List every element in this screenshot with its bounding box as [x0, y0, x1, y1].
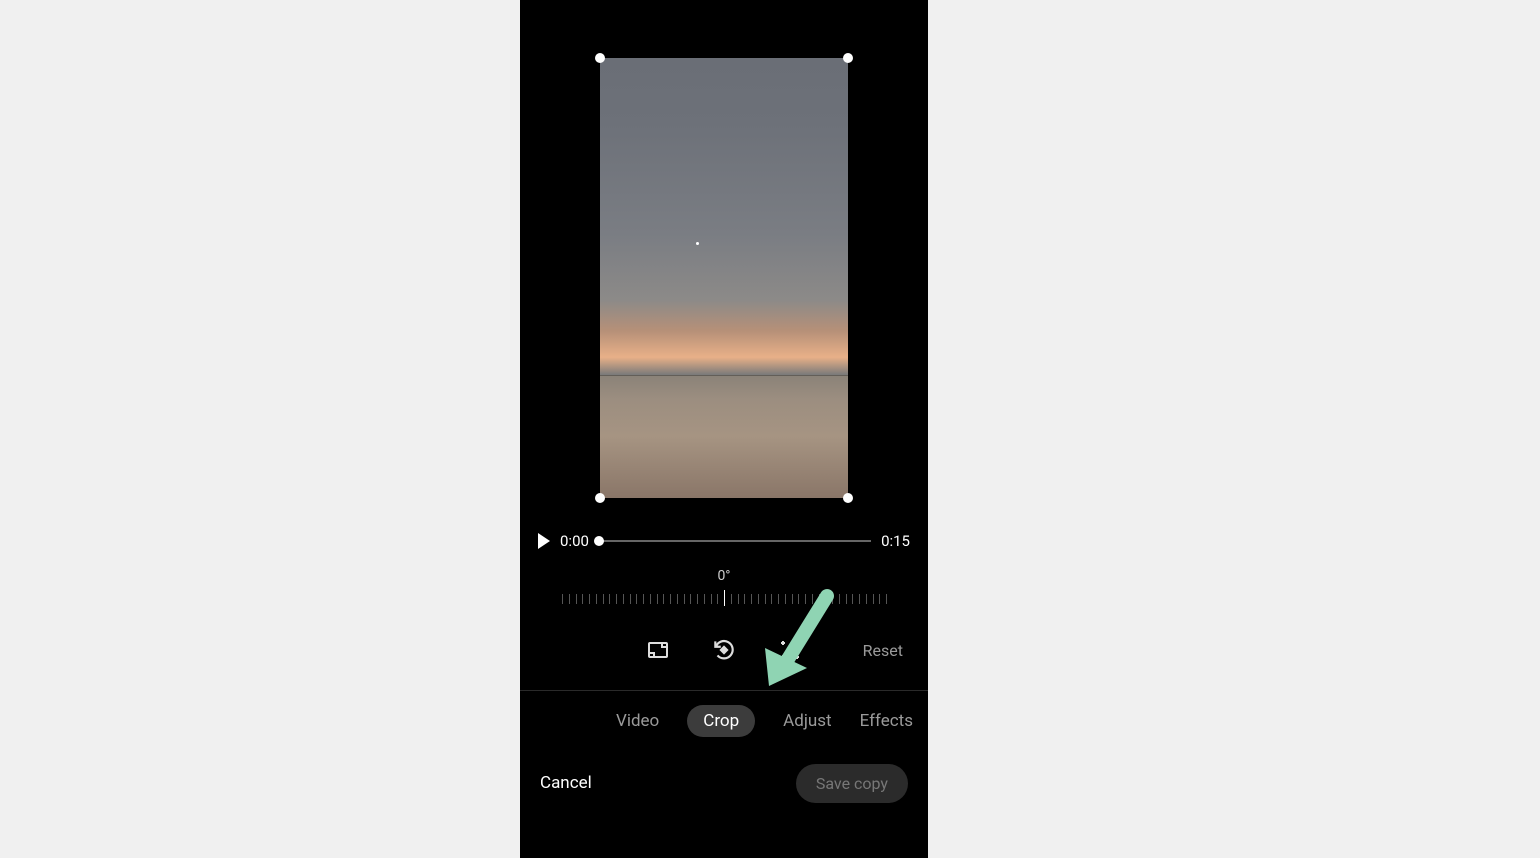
crop-handle-top-left[interactable]	[595, 53, 605, 63]
bottom-actions: Cancel Save copy	[520, 758, 928, 808]
play-button-icon[interactable]	[538, 533, 550, 549]
tab-crop[interactable]: Crop	[687, 705, 755, 737]
tab-video[interactable]: Video	[616, 711, 659, 731]
crop-handle-bottom-left[interactable]	[595, 493, 605, 503]
photo-editor-screen: 0:00 0:15 0°	[520, 0, 928, 858]
playback-controls: 0:00 0:15	[538, 528, 910, 554]
tab-adjust[interactable]: Adjust	[783, 711, 831, 731]
transform-icon[interactable]	[776, 636, 804, 664]
save-copy-button[interactable]: Save copy	[796, 764, 908, 803]
reset-button[interactable]: Reset	[863, 641, 903, 660]
crop-handle-top-right[interactable]	[843, 53, 853, 63]
section-divider	[520, 690, 928, 691]
duration-time: 0:15	[881, 532, 910, 550]
straighten-control: 0°	[520, 568, 928, 608]
progress-bar[interactable]	[599, 540, 871, 542]
image-horizon	[600, 375, 848, 376]
image-moon	[696, 242, 699, 245]
progress-thumb[interactable]	[594, 536, 604, 546]
image-sea	[600, 375, 848, 498]
angle-value: 0°	[520, 568, 928, 584]
rotate-icon[interactable]	[710, 636, 738, 664]
crop-tools-row: Reset	[520, 632, 928, 668]
current-time: 0:00	[560, 532, 589, 550]
video-preview[interactable]	[600, 58, 848, 498]
editor-tabs: Video Crop Adjust Effects	[520, 702, 928, 740]
angle-ruler[interactable]	[562, 590, 886, 608]
aspect-ratio-icon[interactable]	[644, 636, 672, 664]
crop-frame[interactable]	[600, 58, 848, 498]
cancel-button[interactable]: Cancel	[540, 773, 592, 793]
crop-handle-bottom-right[interactable]	[843, 493, 853, 503]
tab-effects[interactable]: Effects	[860, 711, 913, 731]
